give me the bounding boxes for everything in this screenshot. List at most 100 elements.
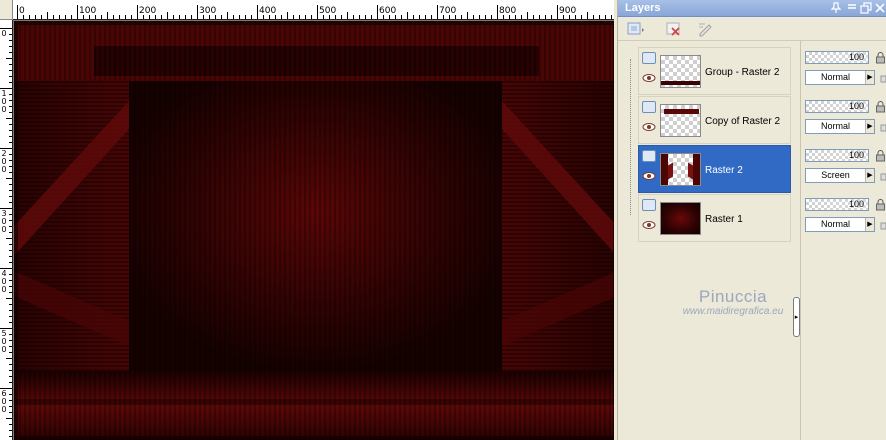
- ruler-tick: [6, 58, 12, 59]
- ruler-tick: [9, 112, 12, 113]
- blend-mode-value: Screen: [821, 170, 850, 180]
- dropdown-arrow-icon[interactable]: ▶: [865, 120, 874, 133]
- ruler-tick: [9, 196, 12, 197]
- lock-transparency-icon[interactable]: [875, 149, 886, 162]
- blend-mode-select[interactable]: Screen ▶: [805, 168, 875, 183]
- ruler-tick: [9, 76, 12, 77]
- ruler-tick: [359, 15, 360, 19]
- ruler-tick: [407, 12, 408, 19]
- ruler-tick: [9, 166, 12, 167]
- opacity-slider[interactable]: 100: [805, 198, 869, 211]
- ruler-tick: [227, 12, 228, 19]
- blend-mode-select[interactable]: Normal ▶: [805, 217, 875, 232]
- image-canvas[interactable]: [14, 21, 617, 440]
- lock-transparency-icon[interactable]: [875, 51, 886, 64]
- ruler-tick: [533, 15, 534, 19]
- ruler-tick: [9, 184, 12, 185]
- link-layer-icon[interactable]: [879, 219, 886, 230]
- ruler-tick: [317, 5, 318, 19]
- restore-icon[interactable]: [860, 2, 872, 14]
- ruler-tick: [179, 15, 180, 19]
- lock-transparency-icon[interactable]: [875, 100, 886, 113]
- ruler-label: 700: [439, 6, 457, 16]
- opacity-slider[interactable]: 100: [805, 51, 869, 64]
- eye-visibility-icon[interactable]: [642, 73, 656, 83]
- ruler-tick: [299, 15, 300, 19]
- ruler-tick: [311, 15, 312, 19]
- layer-raster-icon[interactable]: [642, 101, 656, 113]
- ruler-tick: [9, 124, 12, 125]
- ruler-tick: [587, 12, 588, 19]
- ruler-label: 500: [319, 6, 337, 16]
- layer-row-group-raster-2[interactable]: Group - Raster 2: [638, 47, 791, 95]
- ruler-tick: [341, 15, 342, 19]
- dropdown-arrow-icon[interactable]: ▶: [865, 71, 874, 84]
- layer-name: Raster 1: [705, 214, 743, 225]
- layer-row-raster-2[interactable]: Raster 2: [638, 145, 791, 193]
- delete-layer-button[interactable]: [664, 20, 684, 38]
- minimize-icon[interactable]: [846, 2, 858, 14]
- ruler-tick: [6, 358, 12, 359]
- canvas-artwork: [14, 21, 617, 440]
- palette-expander-handle[interactable]: ▸: [793, 297, 800, 337]
- ruler-tick: [527, 12, 528, 19]
- ruler-tick: [167, 12, 168, 19]
- ruler-tick: [431, 15, 432, 19]
- ruler-tick: [593, 15, 594, 19]
- palette-title-bar[interactable]: Layers: [618, 0, 886, 17]
- layer-raster-icon[interactable]: [642, 199, 656, 211]
- ruler-label: 100: [1, 89, 7, 114]
- eye-visibility-icon[interactable]: [642, 122, 656, 132]
- blend-mode-select[interactable]: Normal ▶: [805, 70, 875, 85]
- ruler-tick: [9, 232, 12, 233]
- ruler-label: 300: [199, 6, 217, 16]
- link-layer-icon[interactable]: [879, 72, 886, 83]
- layer-group-icon[interactable]: [642, 52, 656, 64]
- eye-visibility-icon[interactable]: [642, 220, 656, 230]
- ruler-tick: [371, 15, 372, 19]
- opacity-slider[interactable]: 100: [805, 149, 869, 162]
- dropdown-arrow-icon[interactable]: ▶: [865, 169, 874, 182]
- ruler-tick: [65, 15, 66, 19]
- ruler-tick: [599, 15, 600, 19]
- ruler-tick: [221, 15, 222, 19]
- link-layer-icon[interactable]: [879, 170, 886, 181]
- ruler-tick: [137, 5, 138, 19]
- layer-thumbnail: [660, 202, 701, 235]
- ruler-tick: [485, 15, 486, 19]
- watermark-site: www.maidiregrafica.eu: [682, 306, 784, 317]
- ruler-tick: [6, 178, 12, 179]
- lock-transparency-icon[interactable]: [875, 198, 886, 211]
- ruler-tick: [9, 202, 12, 203]
- link-layer-icon[interactable]: [879, 121, 886, 132]
- blend-mode-select[interactable]: Normal ▶: [805, 119, 875, 134]
- ruler-tick: [47, 12, 48, 19]
- ruler-tick: [611, 15, 612, 19]
- ruler-label: 0: [19, 6, 25, 16]
- ruler-tick: [9, 160, 12, 161]
- blend-mode-value: Normal: [820, 121, 850, 131]
- eye-visibility-icon[interactable]: [642, 171, 656, 181]
- layer-properties-0: 100 Normal ▶: [805, 50, 886, 92]
- ruler-label: 400: [259, 6, 277, 16]
- ruler-tick: [9, 226, 12, 227]
- pin-icon[interactable]: [830, 2, 842, 14]
- ruler-tick: [41, 15, 42, 19]
- ruler-tick: [113, 15, 114, 19]
- new-layer-button[interactable]: [626, 20, 646, 38]
- layer-row-raster-1[interactable]: Raster 1: [638, 194, 791, 242]
- close-window-icon[interactable]: [874, 2, 886, 14]
- vertical-ruler: 0 100 200 300 400 500 600: [0, 20, 13, 440]
- ruler-tick: [461, 15, 462, 19]
- ruler-tick: [353, 15, 354, 19]
- ruler-tick: [377, 5, 378, 19]
- layer-row-copy-of-raster-2[interactable]: Copy of Raster 2: [638, 96, 791, 144]
- opacity-slider[interactable]: 100: [805, 100, 869, 113]
- dropdown-arrow-icon[interactable]: ▶: [865, 218, 874, 231]
- edit-layer-button[interactable]: [696, 20, 716, 38]
- watermark-title: Pinuccia: [698, 287, 768, 306]
- layer-raster-icon[interactable]: [642, 150, 656, 162]
- ruler-tick: [9, 130, 12, 131]
- ruler-tick: [59, 15, 60, 19]
- ruler-tick: [491, 15, 492, 19]
